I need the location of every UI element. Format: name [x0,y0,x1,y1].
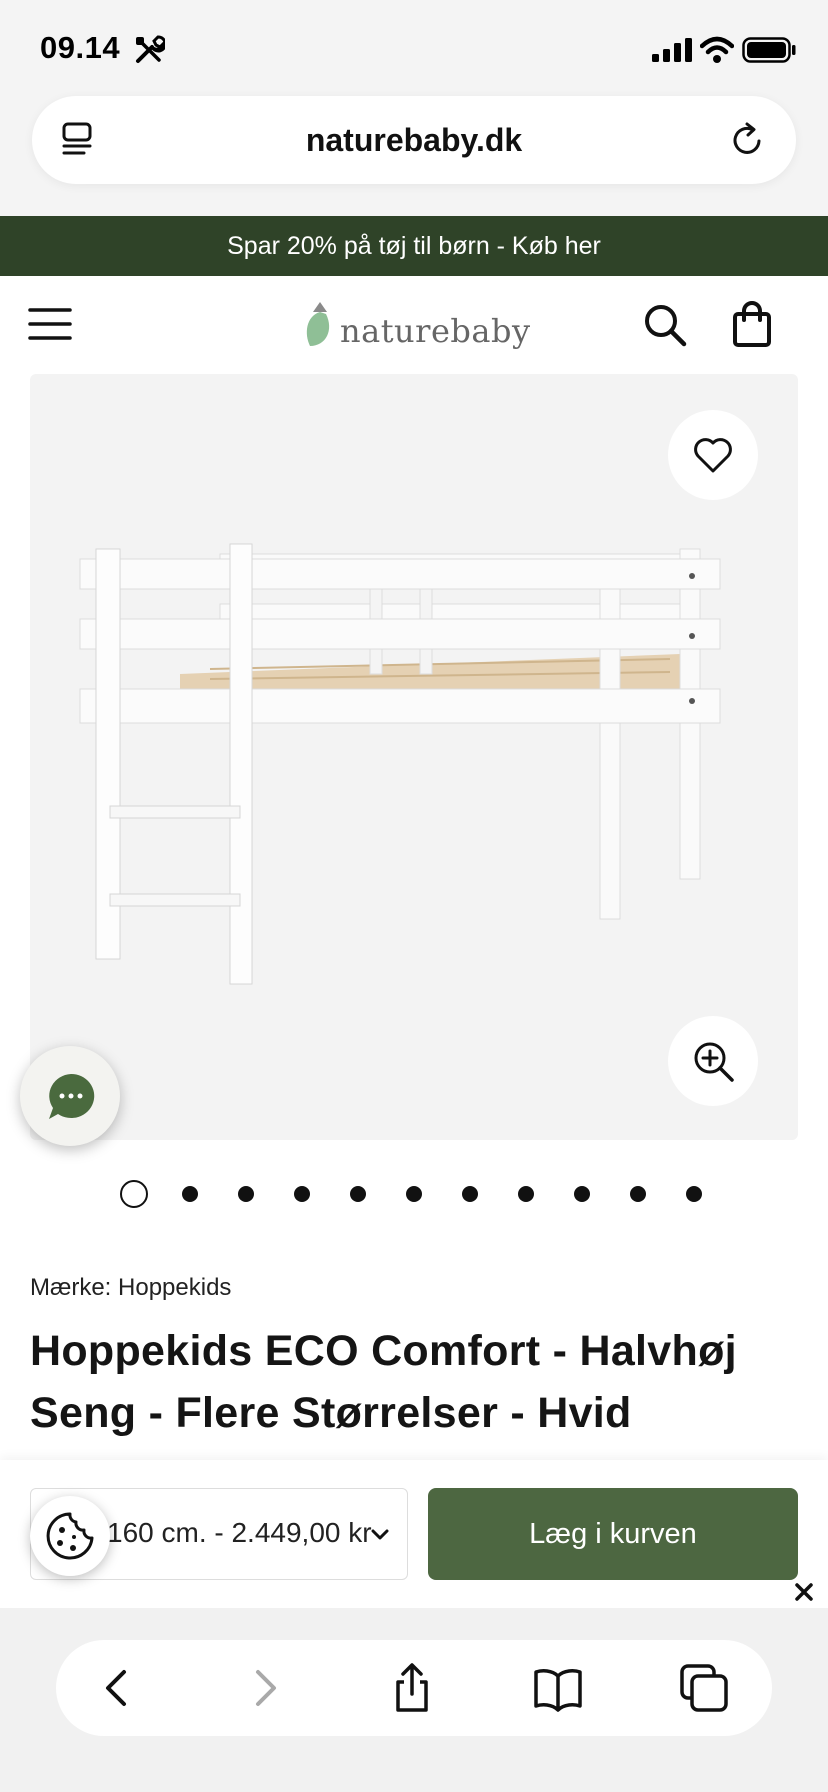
address-bar[interactable]: naturebaby.dk [32,96,796,184]
browser-toolbar [0,1608,828,1792]
pagination-dot[interactable] [406,1186,422,1202]
favorite-button[interactable] [668,410,758,500]
zoom-in-icon[interactable] [692,1040,734,1082]
logo-leaf-icon [306,302,330,346]
tabs-icon[interactable] [678,1662,730,1714]
product-title: Hoppekids ECO Comfort - Halvhøj Seng - F… [30,1327,737,1437]
search-icon[interactable] [642,302,688,348]
menu-icon[interactable] [28,304,72,344]
bag-icon[interactable] [730,300,774,348]
browser-address-area: naturebaby.dk [0,96,828,216]
promo-text[interactable]: Spar 20% på tøj til børn - Køb her [227,232,601,260]
bookmarks-icon[interactable] [532,1662,584,1714]
add-to-cart-button[interactable]: Læg i kurven [428,1488,798,1580]
pagination-dot[interactable] [574,1186,590,1202]
zoom-button[interactable] [668,1016,758,1106]
product-image-gallery[interactable] [30,374,798,1140]
chat-button[interactable] [20,1046,120,1146]
signal-icon [652,38,692,62]
battery-icon [742,37,796,63]
pagination-dot[interactable] [182,1186,198,1202]
tools-icon [136,35,165,63]
share-icon[interactable] [386,1662,438,1714]
reload-icon[interactable] [728,120,768,160]
cookie-settings-button[interactable] [30,1496,110,1576]
pagination-dot-active[interactable] [120,1180,148,1208]
promo-banner[interactable]: Spar 20% på tøj til børn - Køb her [0,216,828,276]
gallery-pagination [118,1180,718,1210]
pagination-dot[interactable] [350,1186,366,1202]
address-domain: naturebaby.dk [305,122,523,158]
pagination-dot[interactable] [462,1186,478,1202]
forward-icon[interactable] [238,1662,290,1714]
status-bar: 09.14 [0,0,828,96]
pagination-dot[interactable] [686,1186,702,1202]
logo-text: naturebaby [340,312,531,350]
chevron-down-icon [371,1529,389,1540]
pagination-dot[interactable] [294,1186,310,1202]
heart-icon[interactable] [693,436,733,474]
cookie-icon[interactable] [44,1510,96,1562]
product-brand[interactable]: Mærke: Hoppekids [30,1274,231,1302]
site-header: naturebaby [0,276,828,374]
site-logo[interactable]: naturebaby [300,296,530,360]
pagination-dot[interactable] [518,1186,534,1202]
purchase-bar: 160 cm. - 2.449,00 kr Læg i kurven [0,1460,828,1608]
chat-icon[interactable] [46,1072,96,1122]
wifi-icon [700,36,734,63]
pagination-dot[interactable] [630,1186,646,1202]
status-time: 09.14 [40,30,121,65]
back-icon[interactable] [92,1662,144,1714]
pagination-dot[interactable] [238,1186,254,1202]
close-icon[interactable] [792,1580,816,1604]
browser-toolbar-pill [56,1640,772,1736]
variant-selected-value: 160 cm. - 2.449,00 kr [107,1517,372,1548]
product-image-bed [79,543,721,985]
